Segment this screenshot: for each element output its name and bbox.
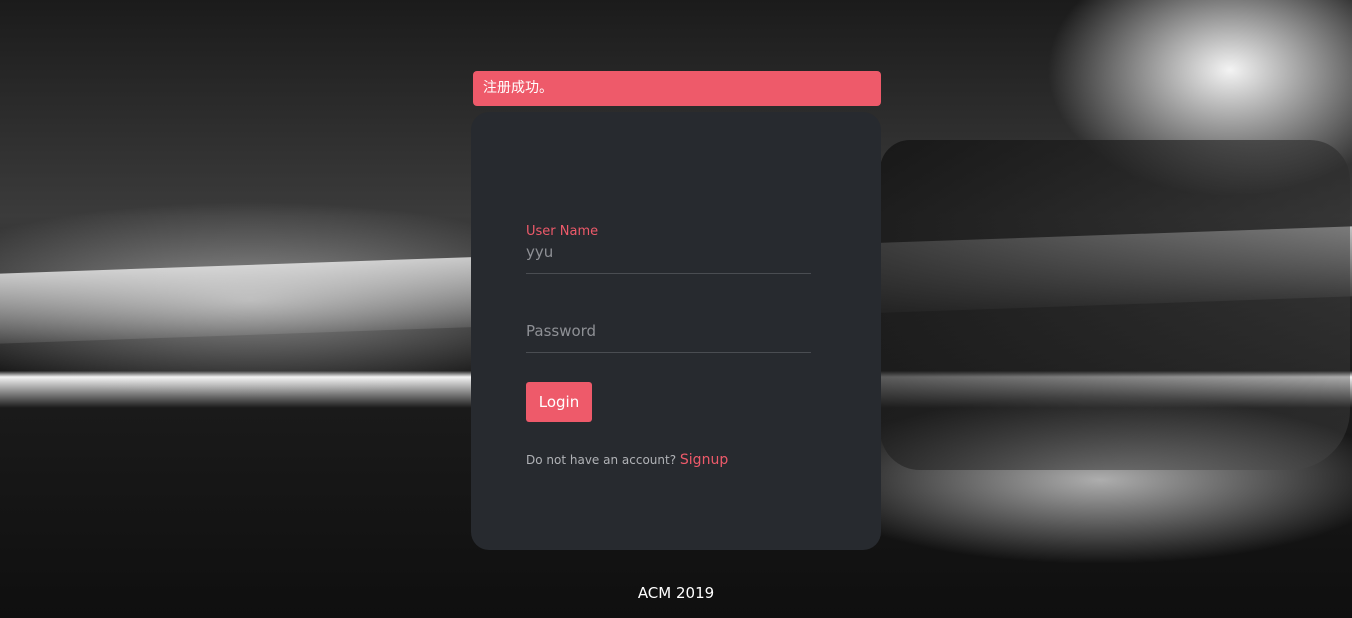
footer-text: ACM 2019 <box>637 584 715 602</box>
password-underline <box>526 352 811 353</box>
login-card: User Name yyu Password Login Do not have… <box>471 112 881 550</box>
signup-prompt: Do not have an account? <box>526 453 677 467</box>
success-alert: 注册成功。 <box>473 71 881 106</box>
username-underline <box>526 273 811 274</box>
password-input[interactable]: Password <box>526 322 811 340</box>
login-button[interactable]: Login <box>526 382 592 422</box>
username-label: User Name <box>526 224 599 239</box>
username-input[interactable]: yyu <box>526 243 811 261</box>
password-field[interactable]: Password <box>526 322 811 353</box>
signup-link[interactable]: Signup <box>680 452 728 468</box>
username-field[interactable]: User Name yyu <box>526 224 811 274</box>
alert-message: 注册成功。 <box>483 80 553 96</box>
signup-row: Do not have an account? Signup <box>526 452 728 468</box>
